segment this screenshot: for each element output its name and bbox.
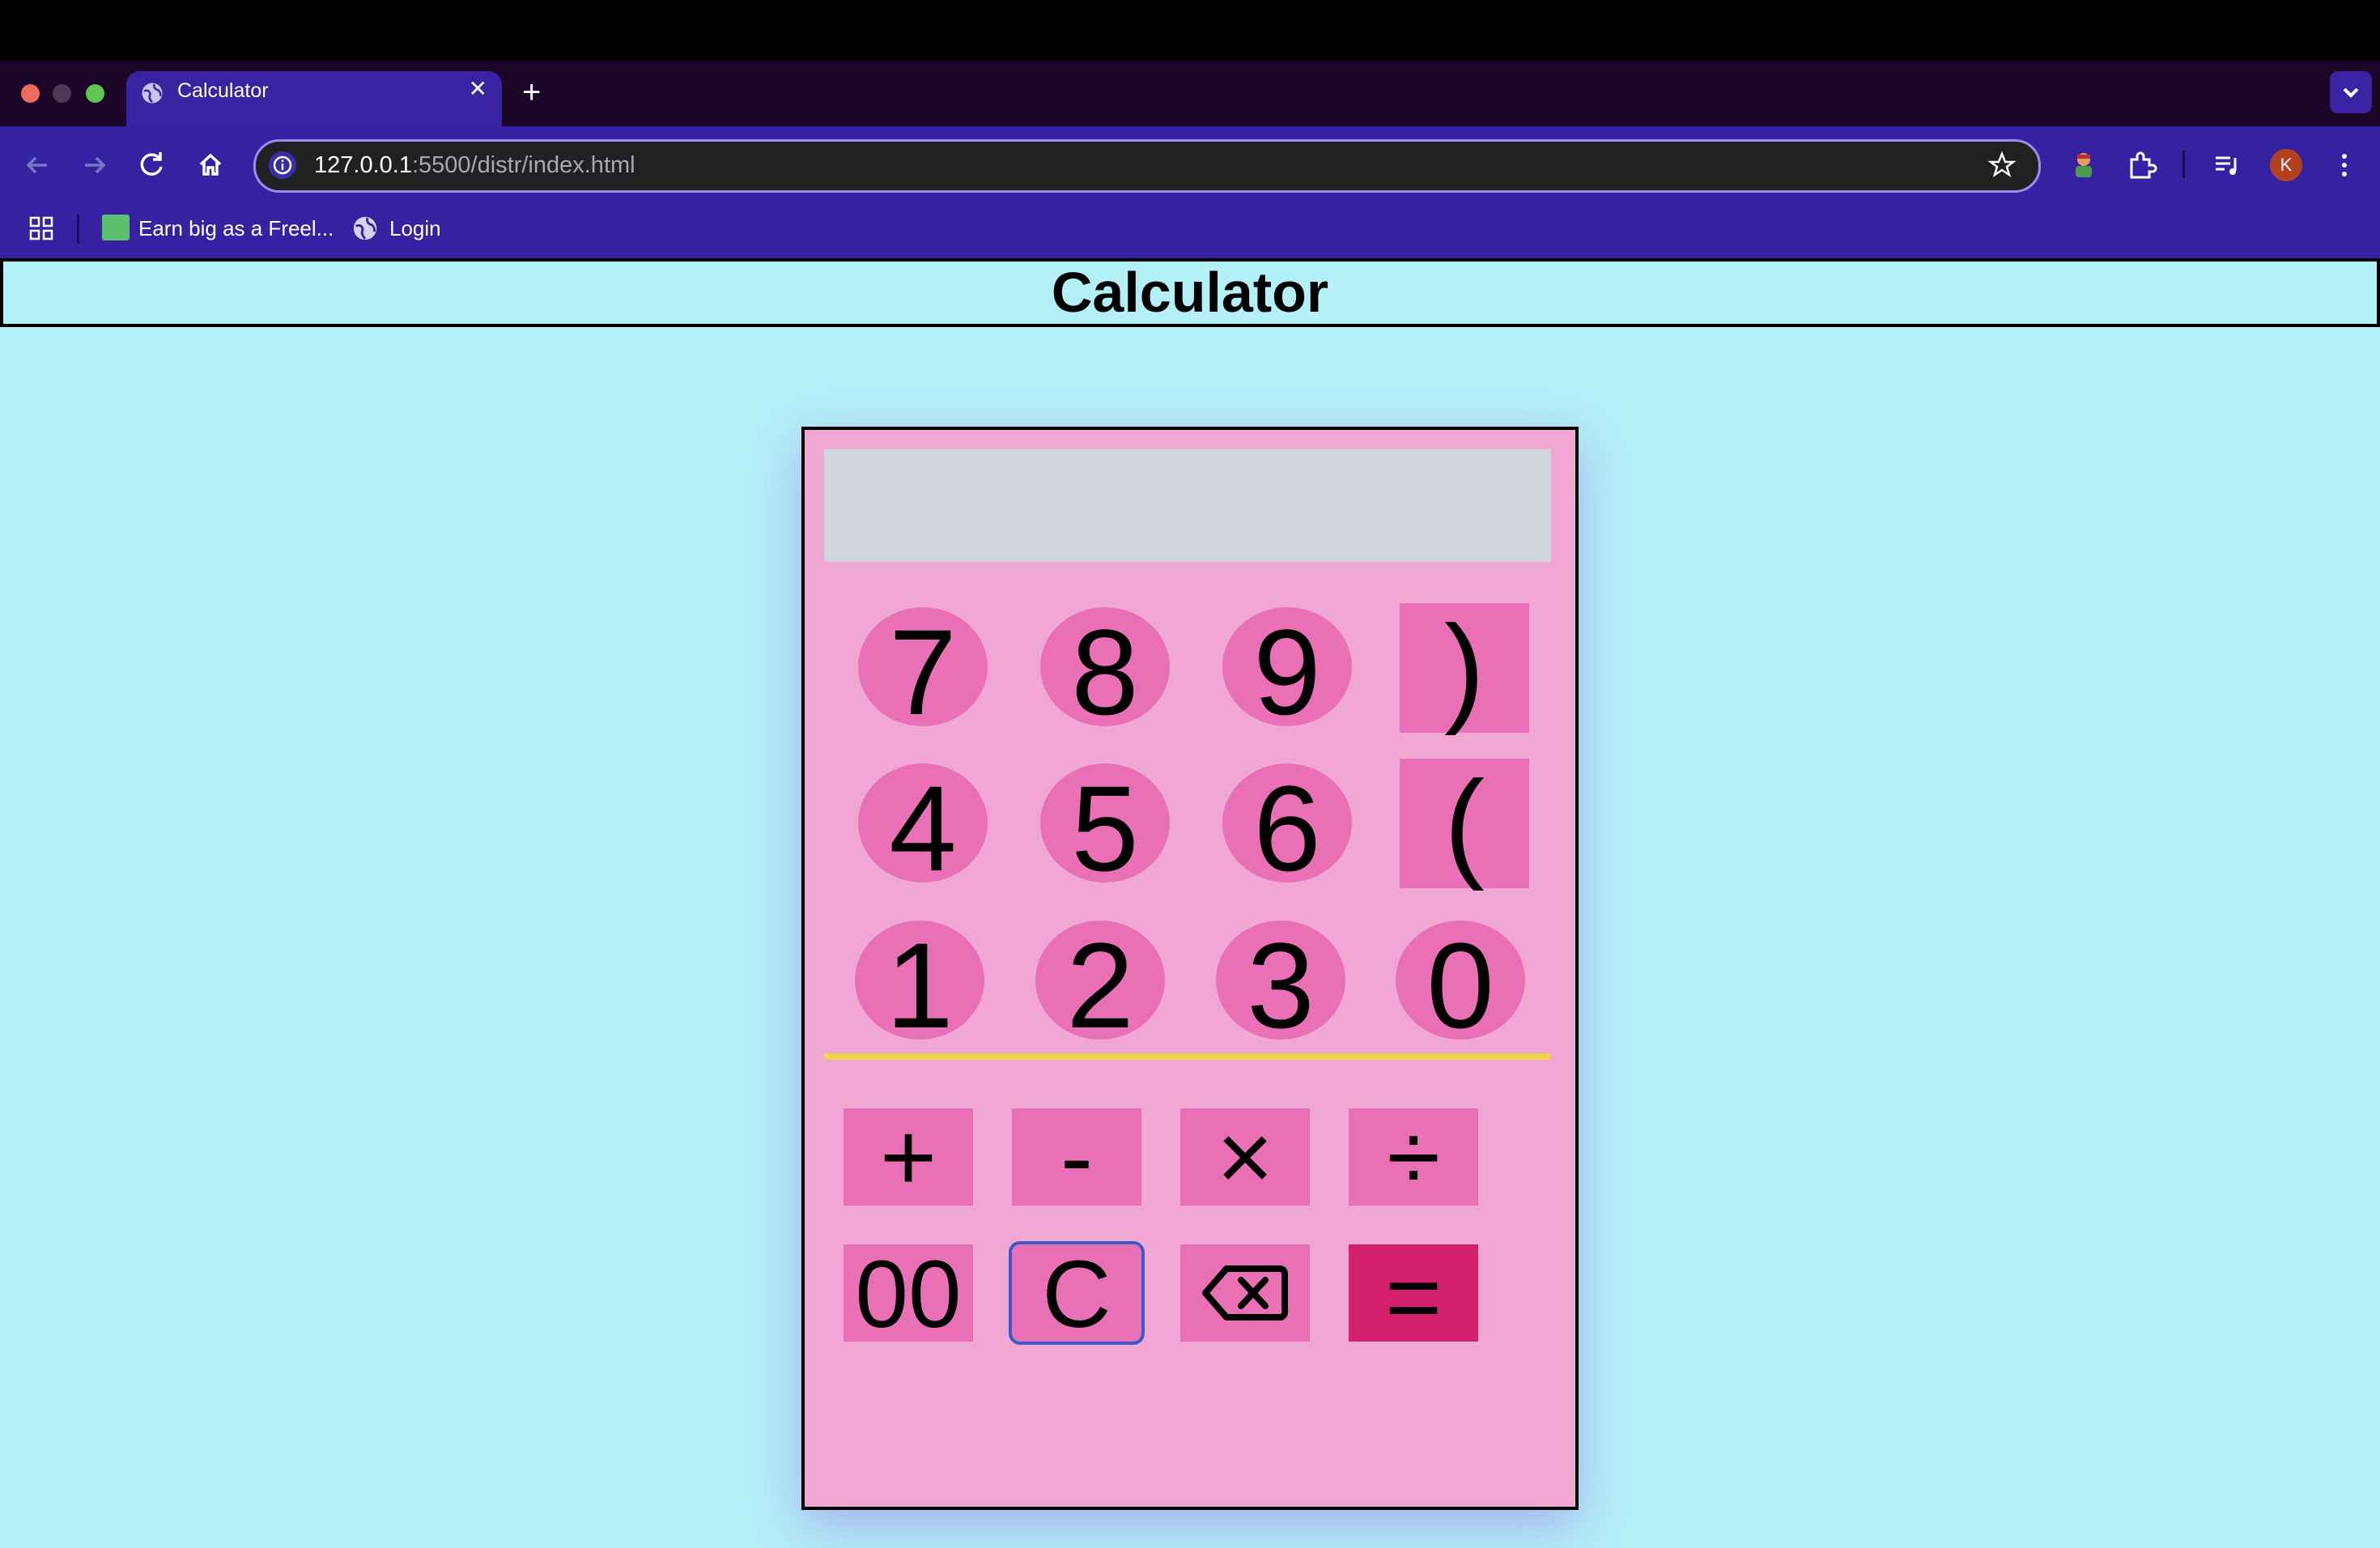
tab-title: Calculator [177,79,269,102]
calculator-display [824,449,1551,562]
toolbar-separator [2182,151,2185,178]
bookmark-login[interactable]: Login [389,216,441,241]
bookmark-freelance[interactable]: Earn big as a Freel... [138,216,334,241]
apps-grid-icon[interactable] [28,215,55,242]
url-text: 127.0.0.1:5500/distr/index.html [314,152,635,178]
digit-7-button[interactable]: 7 [858,607,988,737]
calculator-panel: 7 8 9 ) 4 5 6 ( 1 2 3 0 + - × ÷ 00 C = [801,427,1579,1510]
bookmarks-separator [77,215,79,244]
minimize-window-button[interactable] [53,84,71,103]
close-tab-icon[interactable]: ✕ [469,78,487,100]
digit-6-button[interactable]: 6 [1222,763,1352,893]
digit-5-button[interactable]: 5 [1040,763,1170,893]
freelance-site-icon [102,215,130,240]
tab-calculator[interactable]: Calculator ✕ [126,71,502,126]
backspace-icon [1202,1265,1288,1320]
clear-button[interactable]: C [1009,1241,1145,1345]
close-window-button[interactable] [21,84,40,103]
more-menu-icon[interactable] [2327,148,2361,182]
digit-0-button[interactable]: 0 [1396,921,1525,1050]
new-tab-button[interactable]: + [522,76,541,108]
digit-4-button[interactable]: 4 [858,763,988,893]
digit-2-button[interactable]: 2 [1035,921,1165,1050]
section-divider [824,1053,1551,1060]
equals-button[interactable]: = [1349,1244,1478,1350]
globe-icon [353,216,377,240]
media-controls-icon[interactable] [2210,148,2244,182]
backspace-button[interactable] [1180,1244,1310,1342]
digit-1-button[interactable]: 1 [855,921,984,1050]
double-zero-button[interactable]: 00 [844,1244,973,1345]
bookmark-star-icon[interactable] [1987,150,2017,181]
digit-8-button[interactable]: 8 [1040,607,1170,737]
address-bar[interactable]: 127.0.0.1:5500/distr/index.html [253,139,2041,193]
os-menu-bar [0,0,2380,61]
plus-button[interactable]: + [844,1108,973,1206]
extensions-puzzle-icon[interactable] [2124,148,2158,182]
home-icon[interactable] [193,147,228,183]
forward-icon[interactable] [77,147,113,183]
bookmarks-bar: Earn big as a Freel... Login [0,203,2380,258]
digit-9-button[interactable]: 9 [1222,607,1352,737]
profile-avatar[interactable]: K [2270,149,2302,181]
page-title: Calculator [1051,261,1329,324]
chevron-down-icon [2343,87,2359,98]
close-paren-button[interactable]: ) [1400,603,1529,733]
digit-3-button[interactable]: 3 [1216,921,1345,1050]
tab-search-button[interactable] [2330,71,2372,113]
globe-icon [142,83,163,104]
reload-icon[interactable] [134,147,170,183]
minus-button[interactable]: - [1012,1108,1141,1206]
page-header: Calculator [0,258,2380,327]
divide-button[interactable]: ÷ [1349,1108,1478,1206]
site-info-icon[interactable] [269,151,296,179]
multiply-button[interactable]: × [1180,1108,1310,1206]
extension-avatar-icon[interactable] [2067,148,2101,182]
back-icon[interactable] [19,147,55,183]
open-paren-button[interactable]: ( [1400,759,1529,888]
maximize-window-button[interactable] [86,84,104,103]
